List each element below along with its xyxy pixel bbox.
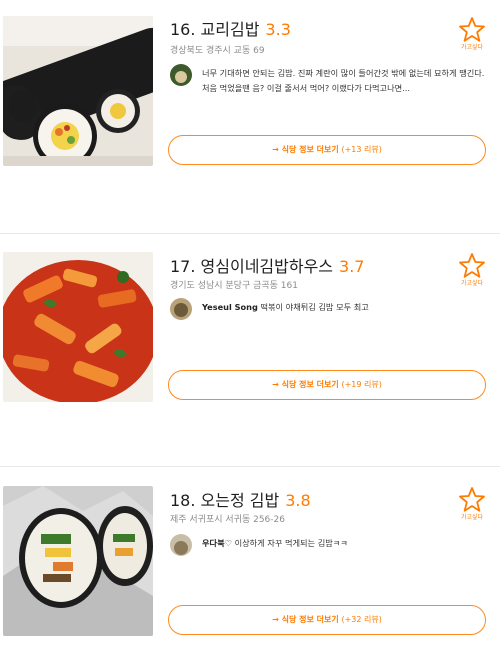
wishlist-button[interactable]: 가고싶다 <box>455 486 489 521</box>
review-text: 너무 기대하면 안되는 김밥. 진짜 계란이 많이 들어간것 밖에 없는데 묘하… <box>202 68 485 93</box>
review-count: (+19 리뷰) <box>341 380 382 389</box>
restaurant-address: 경기도 성남시 분당구 금곡동 161 <box>170 281 298 291</box>
star-outline-icon <box>455 486 489 513</box>
review-count: (+13 리뷰) <box>341 145 382 154</box>
restaurant-photo-tteokbokki[interactable] <box>3 252 153 402</box>
more-info-button[interactable]: → 식당 정보 더보기 (+13 리뷰) <box>168 135 486 165</box>
restaurant-name: 18. 오는정 김밥 <box>170 491 280 510</box>
restaurant-photo-foil-kimbap[interactable] <box>3 486 153 636</box>
reviewer-avatar <box>170 64 192 86</box>
reviewer-name: Yeseul Song <box>202 302 258 312</box>
review-text: 떡볶이 야채튀김 김밥 모두 최고 <box>260 302 369 312</box>
more-info-label: → 식당 정보 더보기 <box>272 380 339 389</box>
wishlist-label: 가고싶다 <box>460 514 484 521</box>
star-outline-icon <box>455 252 489 279</box>
restaurant-title[interactable]: 16. 교리김밥 3.3 <box>170 16 291 40</box>
wishlist-button[interactable]: 가고싶다 <box>455 16 489 51</box>
rating-score: 3.8 <box>285 491 311 510</box>
review-body: 우다북♡ 이상하게 자꾸 먹게되는 김밥ㅋㅋ <box>202 536 488 551</box>
restaurant-name: 17. 영심이네김밥하우스 <box>170 257 334 276</box>
rating-score: 3.3 <box>265 20 291 39</box>
restaurant-address: 제주 서귀포시 서귀동 256-26 <box>170 515 285 525</box>
wishlist-label: 가고싶다 <box>460 280 484 287</box>
wishlist-label: 가고싶다 <box>460 44 484 51</box>
reviewer-name: 우다북♡ <box>202 538 232 548</box>
review-text: 이상하게 자꾸 먹게되는 김밥ㅋㅋ <box>234 538 348 548</box>
more-info-button[interactable]: → 식당 정보 더보기 (+32 리뷰) <box>168 605 486 635</box>
rating-score: 3.7 <box>339 257 365 276</box>
card-divider <box>0 466 500 467</box>
restaurant-title[interactable]: 17. 영심이네김밥하우스 3.7 <box>170 253 364 277</box>
restaurant-photo-kimbap[interactable] <box>3 16 153 166</box>
card-divider <box>0 233 500 234</box>
restaurant-title[interactable]: 18. 오는정 김밥 3.8 <box>170 487 311 511</box>
restaurant-address: 경상북도 경주시 교동 69 <box>170 46 265 56</box>
wishlist-button[interactable]: 가고싶다 <box>455 252 489 287</box>
review-body: 너무 기대하면 안되는 김밥. 진짜 계란이 많이 들어간것 밖에 없는데 묘하… <box>202 66 488 96</box>
reviewer-avatar <box>170 298 192 320</box>
star-outline-icon <box>455 16 489 43</box>
review-count: (+32 리뷰) <box>341 615 382 624</box>
more-info-label: → 식당 정보 더보기 <box>272 145 339 154</box>
reviewer-avatar <box>170 534 192 556</box>
restaurant-name: 16. 교리김밥 <box>170 20 260 39</box>
more-info-label: → 식당 정보 더보기 <box>272 615 339 624</box>
review-body: Yeseul Song 떡볶이 야채튀김 김밥 모두 최고 <box>202 300 488 315</box>
more-info-button[interactable]: → 식당 정보 더보기 (+19 리뷰) <box>168 370 486 400</box>
